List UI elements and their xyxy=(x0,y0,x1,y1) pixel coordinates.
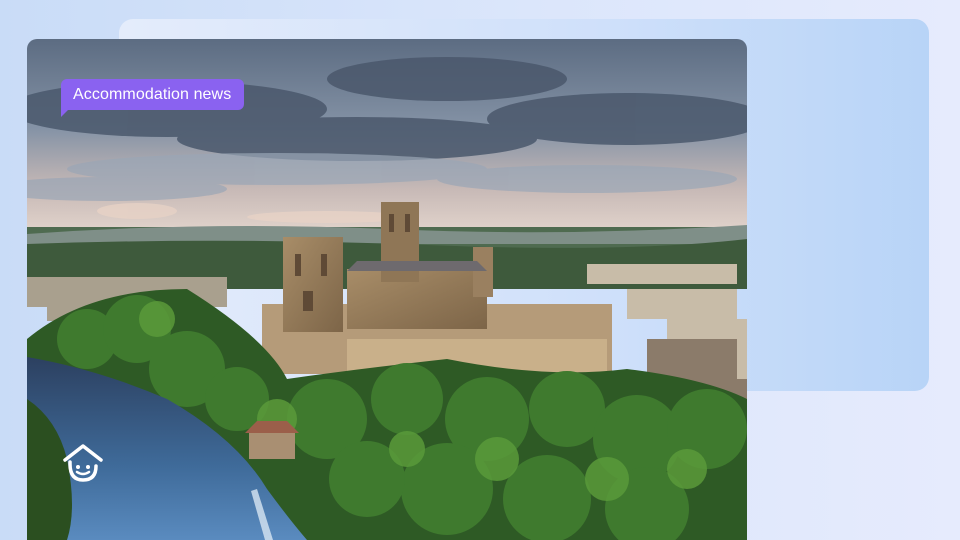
category-tag-label: Accommodation news xyxy=(73,85,232,103)
house-face-icon xyxy=(60,440,106,486)
category-tag-pointer xyxy=(61,109,69,117)
category-tag: Accommodation news xyxy=(61,79,245,110)
hero-photo xyxy=(27,39,747,540)
